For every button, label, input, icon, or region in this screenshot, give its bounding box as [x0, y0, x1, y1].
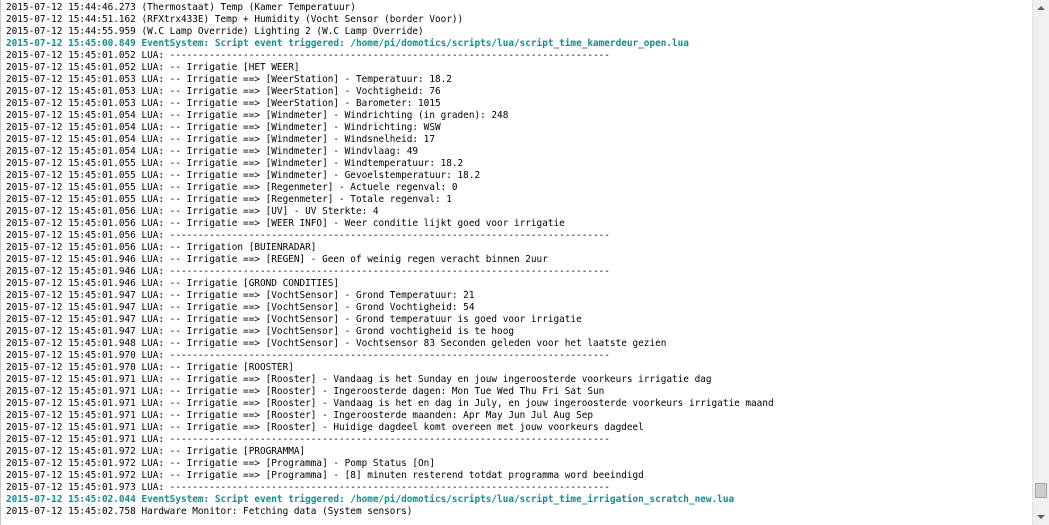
log-line: 2015-07-12 15:45:01.947 LUA: -- Irrigati…: [6, 302, 475, 313]
log-line: 2015-07-12 15:45:01.946 LUA: -- Irrigati…: [6, 254, 548, 265]
scroll-down-button[interactable]: [1033, 508, 1049, 525]
arrow-down-icon: [1037, 515, 1045, 519]
log-line: 2015-07-12 15:45:01.971 LUA: -- Irrigati…: [6, 386, 605, 397]
log-line: 2015-07-12 15:45:01.055 LUA: -- Irrigati…: [6, 158, 464, 169]
log-line: 2015-07-12 15:45:01.053 LUA: -- Irrigati…: [6, 74, 452, 85]
log-line: 2015-07-12 15:45:01.053 LUA: -- Irrigati…: [6, 86, 441, 97]
log-line-event: 2015-07-12 15:45:00.849 EventSystem: Scr…: [6, 38, 689, 49]
log-line: 2015-07-12 15:45:01.056 LUA: -- Irrigati…: [6, 206, 379, 217]
log-line: 2015-07-12 15:45:01.972 LUA: -- Irrigati…: [6, 446, 306, 457]
log-line: 2015-07-12 15:45:01.054 LUA: -- Irrigati…: [6, 110, 509, 121]
log-line: 2015-07-12 15:45:01.971 LUA: -- Irrigati…: [6, 422, 644, 433]
scroll-thumb[interactable]: [1035, 483, 1047, 498]
log-line: 2015-07-12 15:45:01.971 LUA: -- Irrigati…: [6, 374, 712, 385]
log-line: 2015-07-12 15:45:01.948 LUA: -- Irrigati…: [6, 338, 667, 349]
log-line: 2015-07-12 15:45:01.052 LUA: -- Irrigati…: [6, 62, 300, 73]
log-line: 2015-07-12 15:44:46.273 (Thermostaat) Te…: [6, 2, 356, 13]
log-line: 2015-07-12 15:45:01.971 LUA: -- Irrigati…: [6, 398, 774, 409]
log-line: 2015-07-12 15:45:01.972 LUA: -- Irrigati…: [6, 470, 644, 481]
log-line: 2015-07-12 15:45:01.056 LUA: -- Irrigati…: [6, 218, 565, 229]
log-area[interactable]: 2015-07-12 15:44:45.372 (Thermostaat) Th…: [2, 0, 1031, 525]
log-line: 2015-07-12 15:45:01.054 LUA: -- Irrigati…: [6, 122, 441, 133]
log-line: 2015-07-12 15:45:01.970 LUA: -- Irrigati…: [6, 362, 294, 373]
scroll-up-button[interactable]: [1033, 0, 1049, 17]
vertical-scrollbar[interactable]: [1032, 0, 1049, 525]
log-line: 2015-07-12 15:45:01.947 LUA: -- Irrigati…: [6, 314, 582, 325]
log-line: 2015-07-12 15:44:51.162 (RFXtrx433E) Tem…: [6, 14, 464, 25]
log-line-event: 2015-07-12 15:45:02.044 EventSystem: Scr…: [6, 494, 735, 505]
log-line: 2015-07-12 15:45:01.055 LUA: -- Irrigati…: [6, 170, 481, 181]
log-line: 2015-07-12 15:45:01.054 LUA: -- Irrigati…: [6, 134, 435, 145]
log-line: 2015-07-12 15:45:01.055 LUA: -- Irrigati…: [6, 182, 458, 193]
log-line: 2015-07-12 15:45:01.946 LUA: -----------…: [6, 266, 610, 277]
log-line: 2015-07-12 15:45:02.758 Hardware Monitor…: [6, 506, 413, 517]
log-line: 2015-07-12 15:45:01.056 LUA: -- Irrigati…: [6, 242, 317, 253]
log-viewer-window: 2015-07-12 15:44:45.372 (Thermostaat) Th…: [0, 0, 1049, 525]
log-line: 2015-07-12 15:45:01.055 LUA: -- Irrigati…: [6, 194, 452, 205]
log-line: 2015-07-12 15:45:01.052 LUA: -----------…: [6, 50, 610, 61]
log-line: 2015-07-12 15:45:01.053 LUA: -- Irrigati…: [6, 98, 441, 109]
log-line: 2015-07-12 15:45:01.056 LUA: -----------…: [6, 230, 610, 241]
log-line: 2015-07-12 15:44:55.959 (W.C Lamp Overri…: [6, 26, 424, 37]
log-line: 2015-07-12 15:45:01.947 LUA: -- Irrigati…: [6, 326, 514, 337]
log-line: 2015-07-12 15:45:01.946 LUA: -- Irrigati…: [6, 278, 340, 289]
log-line: 2015-07-12 15:45:01.054 LUA: -- Irrigati…: [6, 146, 419, 157]
log-line: 2015-07-12 15:45:01.971 LUA: -- Irrigati…: [6, 410, 593, 421]
log-lines: 2015-07-12 15:44:45.372 (Thermostaat) Th…: [6, 0, 774, 518]
log-line: 2015-07-12 15:45:01.972 LUA: -- Irrigati…: [6, 458, 435, 469]
log-line: 2015-07-12 15:45:01.947 LUA: -- Irrigati…: [6, 290, 475, 301]
log-line: 2015-07-12 15:45:01.973 LUA: -----------…: [6, 482, 610, 493]
log-line: 2015-07-12 15:45:01.970 LUA: -----------…: [6, 350, 610, 361]
arrow-up-icon: [1037, 6, 1045, 10]
log-line: 2015-07-12 15:45:01.971 LUA: -----------…: [6, 434, 610, 445]
